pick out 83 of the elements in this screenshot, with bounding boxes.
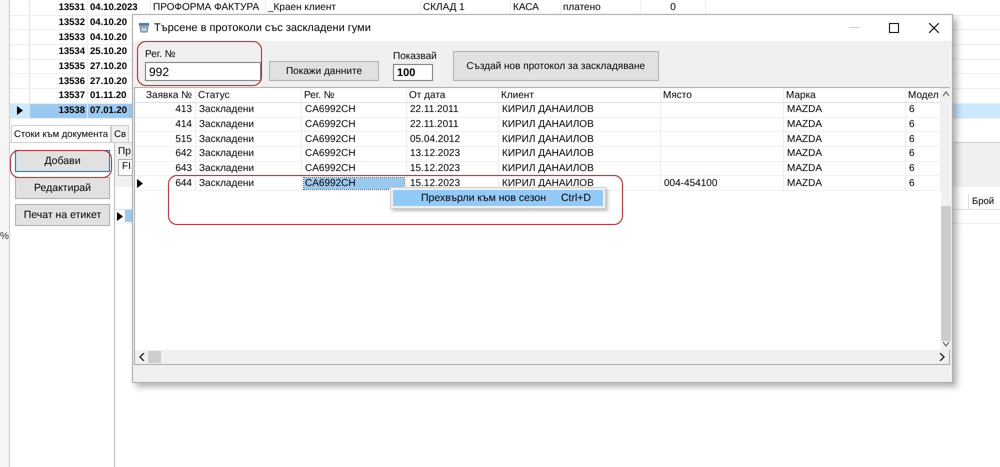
- table-row[interactable]: 413 Заскладени CA6992CH 22.11.2011 КИРИЛ ДАНАИЛОВ MAZDA 6: [135, 103, 941, 118]
- table-cell: 13531: [30, 1, 88, 15]
- table-cell: CA6992CH: [302, 118, 407, 132]
- column-header[interactable]: Клиент: [499, 88, 661, 102]
- row-pointer-icon: [16, 106, 22, 116]
- row-pointer-icon: [117, 212, 123, 220]
- column-header[interactable]: Марка: [784, 88, 906, 102]
- table-cell: 13532: [30, 16, 88, 30]
- table-cell: 13537: [30, 89, 88, 103]
- table-cell: 05.04.2012: [407, 132, 499, 146]
- table-cell: Заскладени: [196, 103, 302, 117]
- scroll-thumb[interactable]: [148, 351, 161, 363]
- field-label: Пр: [118, 146, 131, 156]
- table-cell: КИРИЛ ДАНАИЛОВ: [499, 118, 661, 132]
- menu-item[interactable]: Прехвърли към нов сезон Ctrl+D: [393, 190, 603, 206]
- scroll-down-icon[interactable]: [942, 341, 950, 347]
- table-cell: MAZDA: [784, 118, 906, 132]
- input-field[interactable]: 992: [145, 62, 261, 81]
- table-cell: 13538: [30, 104, 88, 118]
- table-cell: 13535: [30, 60, 88, 74]
- table-cell: MAZDA: [784, 103, 906, 117]
- table-cell: 413: [144, 103, 196, 117]
- table-cell: 643: [144, 162, 196, 176]
- action-button[interactable]: Редактирай: [15, 176, 110, 198]
- table-row[interactable]: 414 Заскладени CA6992CH 22.11.2011 КИРИЛ ДАНАИЛОВ MAZDA 6: [135, 118, 941, 132]
- table-cell: CA6992CH: [302, 147, 407, 161]
- action-button[interactable]: Добави: [15, 150, 110, 172]
- table-cell: Заскладени: [196, 132, 302, 146]
- table-cell: 13536: [30, 74, 88, 88]
- table-cell: MAZDA: [784, 162, 906, 176]
- scroll-up-icon[interactable]: [942, 91, 950, 97]
- table-cell: 642: [144, 147, 196, 161]
- minimize-icon: [849, 27, 859, 29]
- scroll-right-icon[interactable]: [939, 353, 945, 361]
- table-cell: 15.12.2023: [407, 162, 499, 176]
- table-cell: 13.12.2023: [407, 147, 499, 161]
- table-cell: 13534: [30, 45, 88, 59]
- maximize-icon: [889, 23, 899, 33]
- table-row[interactable]: 643 Заскладени CA6992CH 15.12.2023 КИРИЛ ДАНАИЛОВ MAZDA 6: [135, 162, 941, 176]
- column-header[interactable]: От дата: [407, 88, 499, 102]
- table-cell: CA6992CH: [302, 132, 407, 146]
- table-row[interactable]: 642 Заскладени CA6992CH 13.12.2023 КИРИЛ ДАНАИЛОВ MAZDA 6: [135, 147, 941, 162]
- table-cell: 13533: [30, 30, 88, 44]
- action-button[interactable]: Печат на етикет: [15, 204, 110, 226]
- table-cell: MAZDA: [784, 176, 906, 190]
- table-cell: 22.11.2011: [407, 103, 499, 117]
- table-cell: CA6992CH: [302, 162, 407, 176]
- column-header[interactable]: Заявка №: [144, 88, 196, 102]
- show-data-button[interactable]: Покажи данните: [269, 61, 379, 81]
- column-header[interactable]: Статус: [196, 88, 302, 102]
- close-icon: [929, 23, 939, 33]
- percent-sign: %: [0, 231, 9, 242]
- table-cell: Заскладени: [196, 118, 302, 132]
- scroll-thumb[interactable]: [941, 206, 951, 341]
- table-cell: 414: [144, 118, 196, 132]
- horizontal-scrollbar[interactable]: [135, 350, 949, 364]
- table-cell: КИРИЛ ДАНАИЛОВ: [499, 162, 661, 176]
- create-protocol-button[interactable]: Създай нов протокол за заскладяване: [452, 51, 659, 81]
- table-cell: CA6992CH: [302, 103, 407, 117]
- scroll-left-icon[interactable]: [139, 353, 145, 361]
- field-label: Показвай: [393, 51, 437, 62]
- table-cell: 22.11.2011: [407, 118, 499, 132]
- table-cell: Заскладени: [196, 162, 302, 176]
- tab[interactable]: Стоки към документа: [11, 124, 112, 142]
- window-title: Търсене в протоколи със заскладени гуми: [154, 22, 372, 34]
- table-cell: MAZDA: [784, 147, 906, 161]
- table-cell: 004-454100: [661, 176, 784, 190]
- table-cell: CA6992CH: [302, 176, 407, 190]
- column-header[interactable]: Рег. №: [302, 88, 407, 102]
- input-field[interactable]: 100: [393, 64, 433, 81]
- table-cell: 515: [144, 132, 196, 146]
- column-header: Брой: [968, 194, 1000, 208]
- tab[interactable]: Св: [111, 124, 129, 142]
- vertical-scrollbar[interactable]: [941, 88, 951, 350]
- table-cell: Заскладени: [196, 147, 302, 161]
- table-cell: КИРИЛ ДАНАИЛОВ: [499, 147, 661, 161]
- row-pointer-icon: [136, 178, 142, 188]
- table-row[interactable]: 515 Заскладени CA6992CH 05.04.2012 КИРИЛ ДАНАИЛОВ MAZDA 6: [135, 132, 941, 148]
- table-cell: КИРИЛ ДАНАИЛОВ: [499, 132, 661, 146]
- table-cell: MAZDA: [784, 132, 906, 146]
- column-header[interactable]: Място: [661, 88, 784, 102]
- table-cell: 644: [144, 176, 196, 190]
- table-cell: КИРИЛ ДАНАИЛОВ: [499, 103, 661, 117]
